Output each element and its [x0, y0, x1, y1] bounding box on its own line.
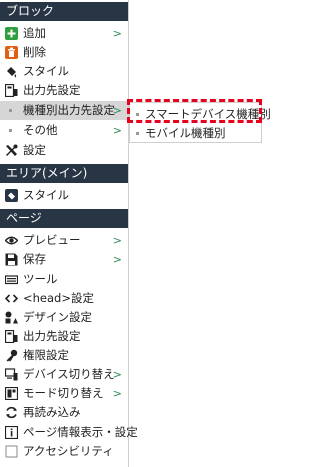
menu-item-label: ページ情報表示・設定 [23, 425, 138, 439]
menu-item-page-info[interactable]: ページ情報表示・設定 [0, 423, 138, 442]
menu-item-label: スタイル [23, 188, 69, 202]
submenu-arrow-icon: > [112, 387, 122, 400]
menu-item-label: 設定 [23, 143, 46, 157]
shapes-icon [5, 311, 18, 324]
floppy-disk-icon [5, 253, 18, 266]
menu-item-label: 出力先設定 [23, 329, 81, 343]
menu-item-label: スタイル [23, 64, 69, 78]
key-icon [5, 349, 18, 362]
eye-icon [4, 234, 19, 247]
menu-item-tools[interactable]: ツール [0, 270, 128, 289]
paint-bucket-icon [5, 65, 18, 78]
menu-item-label: その他 [23, 123, 58, 137]
menu-item-style[interactable]: スタイル [0, 62, 128, 81]
menu-item-label: <head>設定 [23, 291, 94, 305]
submenu-item-label: スマートデバイス機種別 [145, 107, 271, 121]
menu-item-label: 権限設定 [23, 348, 69, 362]
menu-item-add[interactable]: 追加 > [0, 24, 128, 43]
menu-item-reload[interactable]: 再読み込み [0, 403, 128, 422]
info-icon [4, 425, 19, 440]
submenu-arrow-icon: > [112, 124, 122, 137]
submenu-arrow-icon: > [112, 104, 122, 117]
output-icon [4, 329, 18, 344]
tools-icon [5, 144, 18, 157]
bullet-icon [9, 109, 12, 112]
keyboard-icon [4, 273, 19, 286]
menu-item-label: デザイン設定 [23, 310, 92, 324]
menu-item-area-style[interactable]: スタイル [0, 186, 128, 205]
bullet-icon [9, 129, 12, 132]
menu-item-label: 再読み込み [23, 405, 81, 419]
menu-item-label: 機種別出力先設定 [23, 103, 115, 117]
menu-item-head-settings[interactable]: <head>設定 [0, 289, 128, 308]
plus-icon [5, 27, 18, 40]
submenu-item-mobile[interactable]: モバイル機種別 [130, 124, 261, 142]
submenu-item-smart-device[interactable]: スマートデバイス機種別 [130, 105, 271, 123]
menu-item-design-settings[interactable]: デザイン設定 [0, 308, 128, 327]
section-header-area: エリア(メイン) [0, 164, 128, 183]
trash-icon [5, 46, 18, 59]
menu-item-page-output-target[interactable]: 出力先設定 [0, 327, 128, 346]
menu-item-label: アクセシビリティ [23, 444, 114, 458]
devices-icon [4, 368, 18, 381]
submenu-arrow-icon: > [112, 368, 122, 381]
menu-item-output-target[interactable]: 出力先設定 [0, 81, 128, 100]
submenu-arrow-icon: > [112, 253, 122, 266]
menu-item-other[interactable]: その他 > [0, 121, 128, 140]
code-icon [4, 292, 19, 305]
refresh-icon [5, 406, 18, 419]
menu-item-label: モード切り替え [23, 386, 104, 400]
menu-item-label: プレビュー [23, 233, 81, 247]
menu-item-permissions[interactable]: 権限設定 [0, 346, 128, 365]
menu-item-device-switch[interactable]: デバイス切り替え > [0, 365, 128, 384]
menu-item-mode-switch[interactable]: モード切り替え > [0, 384, 128, 403]
section-header-block: ブロック [0, 2, 128, 21]
menu-item-settings[interactable]: 設定 [0, 141, 128, 160]
checkbox-icon [5, 445, 18, 458]
menu-item-preview[interactable]: プレビュー > [0, 231, 128, 250]
menu-item-label: デバイス切り替え [23, 367, 115, 381]
menu-item-device-output[interactable]: 機種別出力先設定 > [0, 101, 128, 120]
bullet-icon [136, 132, 139, 135]
bullet-icon [136, 113, 139, 116]
section-header-page: ページ [0, 209, 128, 228]
mode-icon [4, 386, 19, 401]
menu-item-delete[interactable]: 削除 [0, 43, 128, 62]
menu-item-label: 保存 [23, 252, 46, 266]
output-icon [4, 83, 18, 98]
paint-bucket-icon [5, 189, 18, 202]
submenu-arrow-icon: > [112, 234, 122, 247]
menu-item-save[interactable]: 保存 > [0, 250, 128, 269]
submenu-arrow-icon: > [112, 27, 122, 40]
menu-item-label: 出力先設定 [23, 83, 81, 97]
submenu-item-label: モバイル機種別 [145, 126, 226, 140]
device-output-submenu: スマートデバイス機種別 モバイル機種別 [129, 102, 271, 143]
context-menu: ブロック 追加 > 削除 スタイル 出力先設定 機種別出力先設定 > その他 > [0, 0, 138, 467]
menu-item-label: 追加 [23, 26, 46, 40]
menu-item-accessibility[interactable]: アクセシビリティ [0, 442, 128, 461]
menu-item-label: ツール [23, 272, 58, 286]
menu-item-label: 削除 [23, 45, 46, 59]
